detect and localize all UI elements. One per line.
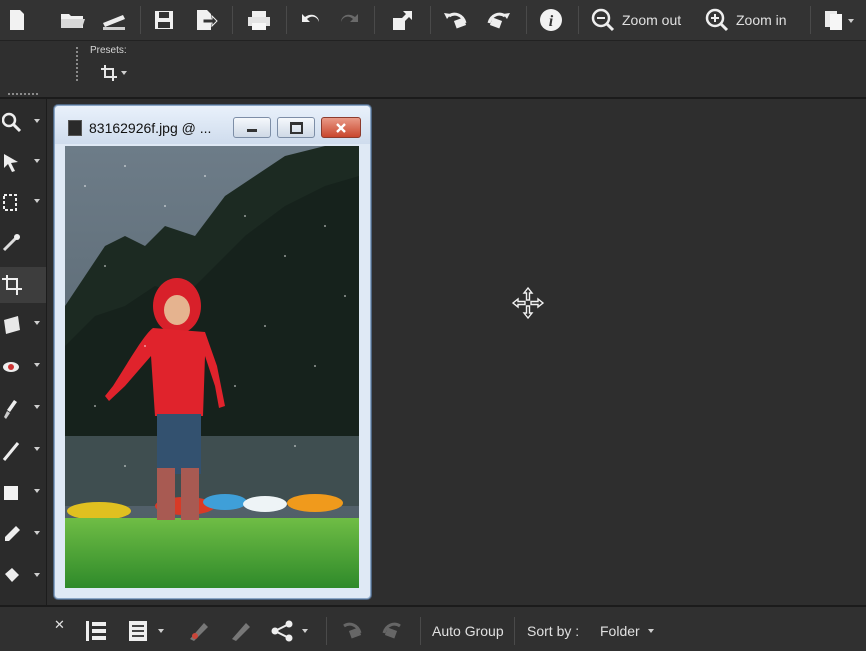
line-icon [2, 442, 20, 461]
redo-icon [334, 6, 364, 34]
photo-girl-in-rain [65, 146, 359, 588]
list-view-icon [129, 621, 147, 641]
shape-tool[interactable] [0, 475, 46, 511]
zoom-in-label: Zoom in [736, 12, 787, 28]
photo-canvas[interactable] [65, 146, 359, 588]
info-icon[interactable]: i [536, 6, 566, 34]
brush-icon [4, 400, 17, 419]
save-icon[interactable] [150, 6, 178, 34]
organizer-toolbar: ✕ Auto Group Sort by : Folder [0, 605, 866, 651]
share-icon [271, 620, 293, 642]
crop-icon [101, 65, 117, 81]
perspective-icon [4, 316, 20, 334]
auto-group-button[interactable]: Auto Group [432, 623, 504, 639]
chevron-down-icon [121, 71, 127, 75]
zoom-out-icon [591, 8, 615, 32]
undo-icon[interactable] [296, 6, 326, 34]
zoom-out-button[interactable]: Zoom out [590, 6, 694, 34]
crop-icon [2, 275, 22, 295]
scan-icon[interactable] [98, 6, 128, 34]
straighten-icon [2, 234, 20, 252]
minimize-button[interactable] [233, 117, 271, 138]
minimize-icon [247, 129, 257, 132]
document-title-bar[interactable]: 83162926f.jpg @ ... [55, 106, 370, 144]
rotate-right-icon[interactable] [482, 6, 514, 34]
maximize-button[interactable] [277, 117, 315, 138]
rectangle-icon [4, 486, 18, 500]
rotate-left-icon[interactable] [440, 6, 472, 34]
print-icon[interactable] [244, 6, 274, 34]
close-organizer-icon[interactable]: ✕ [54, 617, 65, 633]
main-toolbar: i Zoom out Zoom in [0, 0, 866, 41]
close-icon [336, 122, 346, 133]
crop-tool[interactable] [0, 267, 46, 303]
move-cursor-icon [509, 284, 547, 322]
eye-icon [3, 362, 19, 372]
untag-icon [228, 619, 254, 643]
rotate-right-icon [378, 619, 408, 641]
details-view-dropdown[interactable] [126, 619, 164, 643]
dropper-icon [5, 526, 20, 541]
open-icon[interactable] [58, 6, 88, 34]
close-button[interactable] [321, 117, 361, 138]
new-icon[interactable] [4, 6, 30, 34]
sort-by-value: Folder [600, 623, 640, 639]
resize-icon[interactable] [388, 6, 418, 34]
svg-text:i: i [549, 13, 554, 30]
presets-label: Presets: [90, 45, 127, 56]
image-file-icon [68, 120, 82, 136]
zoom-out-label: Zoom out [622, 12, 682, 28]
magnifier-icon [2, 112, 22, 133]
chevron-down-icon [647, 629, 654, 633]
line-tool[interactable] [0, 433, 46, 469]
image-document-window[interactable]: 83162926f.jpg @ ... [54, 105, 371, 599]
sort-by-label: Sort by : [527, 623, 580, 639]
sort-by-dropdown[interactable]: Folder [600, 623, 654, 639]
folder-tree-icon[interactable] [84, 619, 110, 643]
copy-icon[interactable] [820, 6, 860, 34]
marquee-icon [3, 194, 17, 211]
zoom-in-icon [705, 8, 729, 32]
paint-bucket-icon [5, 568, 19, 582]
clone-tool[interactable] [0, 391, 46, 427]
tools-panel [0, 93, 47, 620]
zoom-in-button[interactable]: Zoom in [704, 6, 800, 34]
maximize-icon [289, 121, 303, 134]
straighten-tool[interactable] [0, 225, 46, 261]
dropper-tool[interactable] [0, 517, 46, 553]
share-dropdown[interactable] [270, 619, 308, 643]
red-eye-tool[interactable] [0, 349, 46, 385]
zoom-tool[interactable] [0, 105, 46, 141]
rotate-left-icon [336, 619, 366, 641]
document-title: 83162926f.jpg @ ... [89, 120, 212, 136]
arrow-pointer-icon [4, 154, 18, 172]
fill-tool[interactable] [0, 559, 46, 595]
pick-tool[interactable] [0, 145, 46, 181]
perspective-tool[interactable] [0, 307, 46, 343]
selection-tool[interactable] [0, 185, 46, 221]
crop-presets-dropdown[interactable] [100, 62, 132, 84]
options-grip[interactable] [76, 47, 78, 83]
tag-icon [186, 619, 212, 643]
export-icon[interactable] [192, 6, 220, 34]
